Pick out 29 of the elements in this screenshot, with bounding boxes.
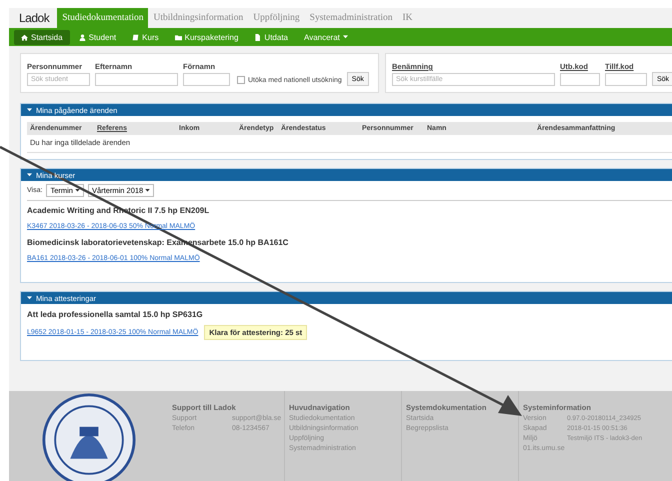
caret-icon (145, 189, 150, 192)
user-icon (78, 34, 86, 40)
nav-tab[interactable]: Studiedokumentation (57, 8, 148, 28)
caret-icon (74, 189, 80, 192)
input-field[interactable] (605, 73, 647, 86)
nav-tab[interactable]: IK (398, 8, 418, 28)
caret-icon (27, 296, 32, 300)
subnav-item[interactable]: Student (72, 30, 124, 44)
nav-tab[interactable]: Uppföljning (248, 8, 305, 28)
folder-icon (174, 34, 182, 40)
book-icon (132, 34, 140, 40)
input-field[interactable] (95, 73, 178, 86)
caret-icon (27, 108, 32, 112)
input-field[interactable] (560, 73, 600, 86)
subnav-item[interactable]: Startsida (14, 30, 70, 44)
nav-tab[interactable]: Systemadministration (304, 8, 398, 28)
input-field[interactable] (183, 73, 230, 86)
subnav-item[interactable]: Kurs (125, 30, 166, 44)
home-icon (21, 34, 28, 40)
nav-tab[interactable]: Utbildningsinformation (148, 8, 248, 28)
file-icon (254, 34, 262, 40)
subnav-item[interactable]: Kurspaketering (168, 30, 246, 44)
course-title: Att leda professionella samtal 15.0 hp SP631G (27, 310, 204, 319)
subnav-item[interactable]: Avancerat (297, 30, 355, 44)
caret-icon (27, 173, 32, 177)
logo[interactable]: Ladok (19, 8, 58, 28)
subnav-item[interactable]: Utdata (247, 30, 295, 44)
checkbox[interactable] (237, 76, 245, 84)
caret-icon (342, 35, 348, 39)
